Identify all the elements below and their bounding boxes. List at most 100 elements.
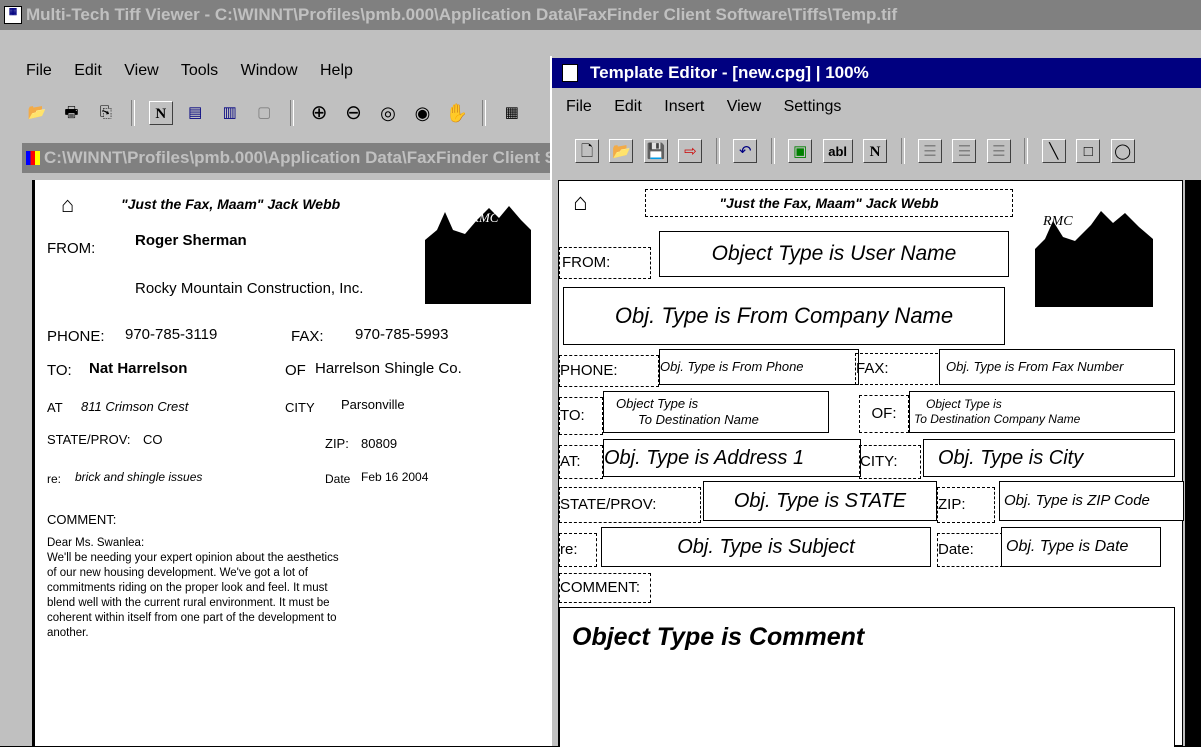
rmc-logo-text: RMC [1042, 214, 1073, 229]
editor-toolbar: 🗋 📂 💾 ⇨ ↶ ▣ abl N ☰ ☰ ☰ ╲ □ ◯ [552, 136, 1201, 170]
toolbar-separator [289, 100, 294, 126]
fax-phone-label: PHONE: [47, 328, 105, 345]
fax-comment-line: We'll be needing your expert opinion abo… [47, 552, 339, 564]
zoom-fit-icon[interactable]: ◉ [410, 101, 434, 125]
exit-icon[interactable]: ⇨ [678, 139, 703, 163]
fax-quote: "Just the Fax, Maam" Jack Webb [121, 196, 341, 212]
zoom-out-icon[interactable]: ⊖ [342, 101, 366, 125]
open-folder-icon[interactable]: 📂 [25, 101, 49, 125]
thumbnail-icon[interactable]: ▤ [183, 101, 207, 125]
fax-city: Parsonville [341, 397, 405, 412]
destination-name-line: To Destination Name [638, 412, 759, 427]
fax-state: CO [143, 432, 163, 447]
editor-menu-edit[interactable]: Edit [614, 98, 642, 115]
copy-icon[interactable]: ⎘ [94, 101, 118, 125]
menu-file[interactable]: File [26, 62, 52, 79]
normal-view-icon[interactable]: N [148, 101, 173, 125]
from-label-box[interactable]: FROM: [559, 247, 651, 279]
date-field[interactable]: Obj. Type is Date [1001, 527, 1161, 567]
line-tool-icon[interactable]: ╲ [1041, 139, 1066, 163]
ellipse-tool-icon[interactable]: ◯ [1110, 139, 1135, 163]
fax-comment-line: coherent within itself from one part of … [47, 612, 337, 624]
fax-comment-line: commitments riding on the proper look an… [47, 582, 328, 594]
house-icon: ⌂ [61, 192, 75, 217]
print-icon[interactable]: 🖶 [59, 101, 83, 125]
comment-label-box[interactable]: COMMENT: [559, 573, 651, 603]
destination-company-field[interactable]: Object Type is To Destination Company Na… [909, 391, 1175, 433]
at-label-box[interactable]: AT: [559, 445, 603, 479]
menu-tools[interactable]: Tools [181, 62, 218, 79]
insert-object-button[interactable]: N [863, 139, 888, 163]
quote-text-box[interactable]: "Just the Fax, Maam" Jack Webb [645, 189, 1013, 217]
viewer-toolbar: 📂 🖶 ⎘ N ▤ ▥ ▢ ⊕ ⊖ ◎ ◉ ✋ ▦ [0, 98, 550, 138]
destination-name-line: Object Type is [616, 396, 699, 411]
hand-pan-icon[interactable]: ✋ [445, 101, 469, 125]
state-label-box[interactable]: STATE/PROV: [559, 487, 701, 523]
phone-label-box[interactable]: PHONE: [559, 355, 659, 387]
document-title-bar[interactable]: C:\WINNT\Profiles\pmb.000\Application Da… [22, 143, 550, 173]
destination-company-line: Object Type is [926, 397, 1002, 411]
house-icon[interactable]: ⌂ [573, 189, 588, 217]
toolbar-separator [1024, 138, 1029, 164]
new-file-icon[interactable]: 🗋 [575, 139, 599, 163]
zip-code-field[interactable]: Obj. Type is ZIP Code [999, 481, 1184, 521]
editor-menu-settings[interactable]: Settings [784, 98, 842, 115]
destination-name-field[interactable]: Object Type is To Destination Name [603, 391, 829, 433]
editor-menu-bar: File Edit Insert View Settings [552, 94, 1201, 122]
fax-fax-label: FAX: [291, 328, 324, 345]
address-field[interactable]: Obj. Type is Address 1 [603, 439, 861, 477]
viewer-title-bar[interactable]: ▦ Multi-Tech Tiff Viewer - C:\WINNT\Prof… [0, 0, 1201, 30]
template-icon[interactable]: ▦ [500, 101, 524, 125]
editor-canvas[interactable]: ⌂ "Just the Fax, Maam" Jack Webb RMC FRO… [558, 180, 1184, 747]
city-label-box[interactable]: CITY: [859, 445, 921, 479]
rectangle-tool-icon[interactable]: □ [1076, 139, 1101, 163]
align-center-icon[interactable]: ☰ [952, 139, 977, 163]
comment-field[interactable]: Object Type is Comment [559, 607, 1175, 747]
insert-text-button[interactable]: abl [822, 139, 853, 163]
zip-label-box[interactable]: ZIP: [937, 487, 995, 523]
zoom-in-icon[interactable]: ⊕ [307, 101, 331, 125]
of-label-box[interactable]: OF: [859, 395, 909, 433]
fax-zip-label: ZIP: [325, 436, 349, 451]
editor-menu-view[interactable]: View [727, 98, 761, 115]
insert-image-icon[interactable]: ▣ [788, 139, 813, 163]
undo-icon[interactable]: ↶ [733, 139, 758, 163]
fax-city-label: CITY [285, 400, 315, 415]
menu-view[interactable]: View [124, 62, 158, 79]
open-folder-icon[interactable]: 📂 [609, 139, 634, 163]
save-icon[interactable]: 💾 [643, 139, 668, 163]
editor-menu-file[interactable]: File [566, 98, 592, 115]
re-label-box[interactable]: re: [559, 533, 597, 567]
rmc-logo-text: RMC [470, 210, 499, 225]
menu-window[interactable]: Window [241, 62, 298, 79]
phone-field[interactable]: Obj. Type is From Phone [659, 349, 859, 385]
to-label-box[interactable]: TO: [559, 397, 603, 435]
fax-comment-label: COMMENT: [47, 512, 117, 527]
menu-help[interactable]: Help [320, 62, 353, 79]
fax-comment-line: of our new housing development. We've go… [47, 567, 308, 579]
fax-date-label: Date [325, 472, 351, 486]
date-label-box[interactable]: Date: [937, 533, 1003, 567]
fax-page: ⌂ "Just the Fax, Maam" Jack Webb FROM: R… [32, 180, 550, 746]
subject-field[interactable]: Obj. Type is Subject [601, 527, 931, 567]
editor-title-bar[interactable]: Template Editor - [new.cpg] | 100% [552, 58, 1201, 88]
editor-menu-insert[interactable]: Insert [664, 98, 704, 115]
city-field[interactable]: Obj. Type is City [923, 439, 1175, 477]
state-field[interactable]: Obj. Type is STATE [703, 481, 937, 521]
toolbar-separator [715, 138, 720, 164]
fax-number-field[interactable]: Obj. Type is From Fax Number [939, 349, 1175, 385]
editor-canvas-edge [1185, 180, 1201, 746]
user-name-field[interactable]: Object Type is User Name [659, 231, 1009, 277]
zoom-all-icon[interactable]: ◎ [376, 101, 400, 125]
page-view-icon[interactable]: ▥ [218, 101, 242, 125]
editor-title: Template Editor - [new.cpg] | 100% [590, 63, 869, 82]
fit-page-icon[interactable]: ▢ [252, 101, 276, 125]
fax-of-company: Harrelson Shingle Co. [315, 360, 462, 377]
align-right-icon[interactable]: ☰ [986, 139, 1011, 163]
align-left-icon[interactable]: ☰ [917, 139, 942, 163]
menu-edit[interactable]: Edit [74, 62, 102, 79]
rmc-logo[interactable]: RMC [1035, 203, 1153, 307]
fax-from-name: Roger Sherman [135, 232, 247, 249]
fax-label-box[interactable]: FAX: [855, 353, 943, 385]
from-company-field[interactable]: Obj. Type is From Company Name [563, 287, 1005, 345]
